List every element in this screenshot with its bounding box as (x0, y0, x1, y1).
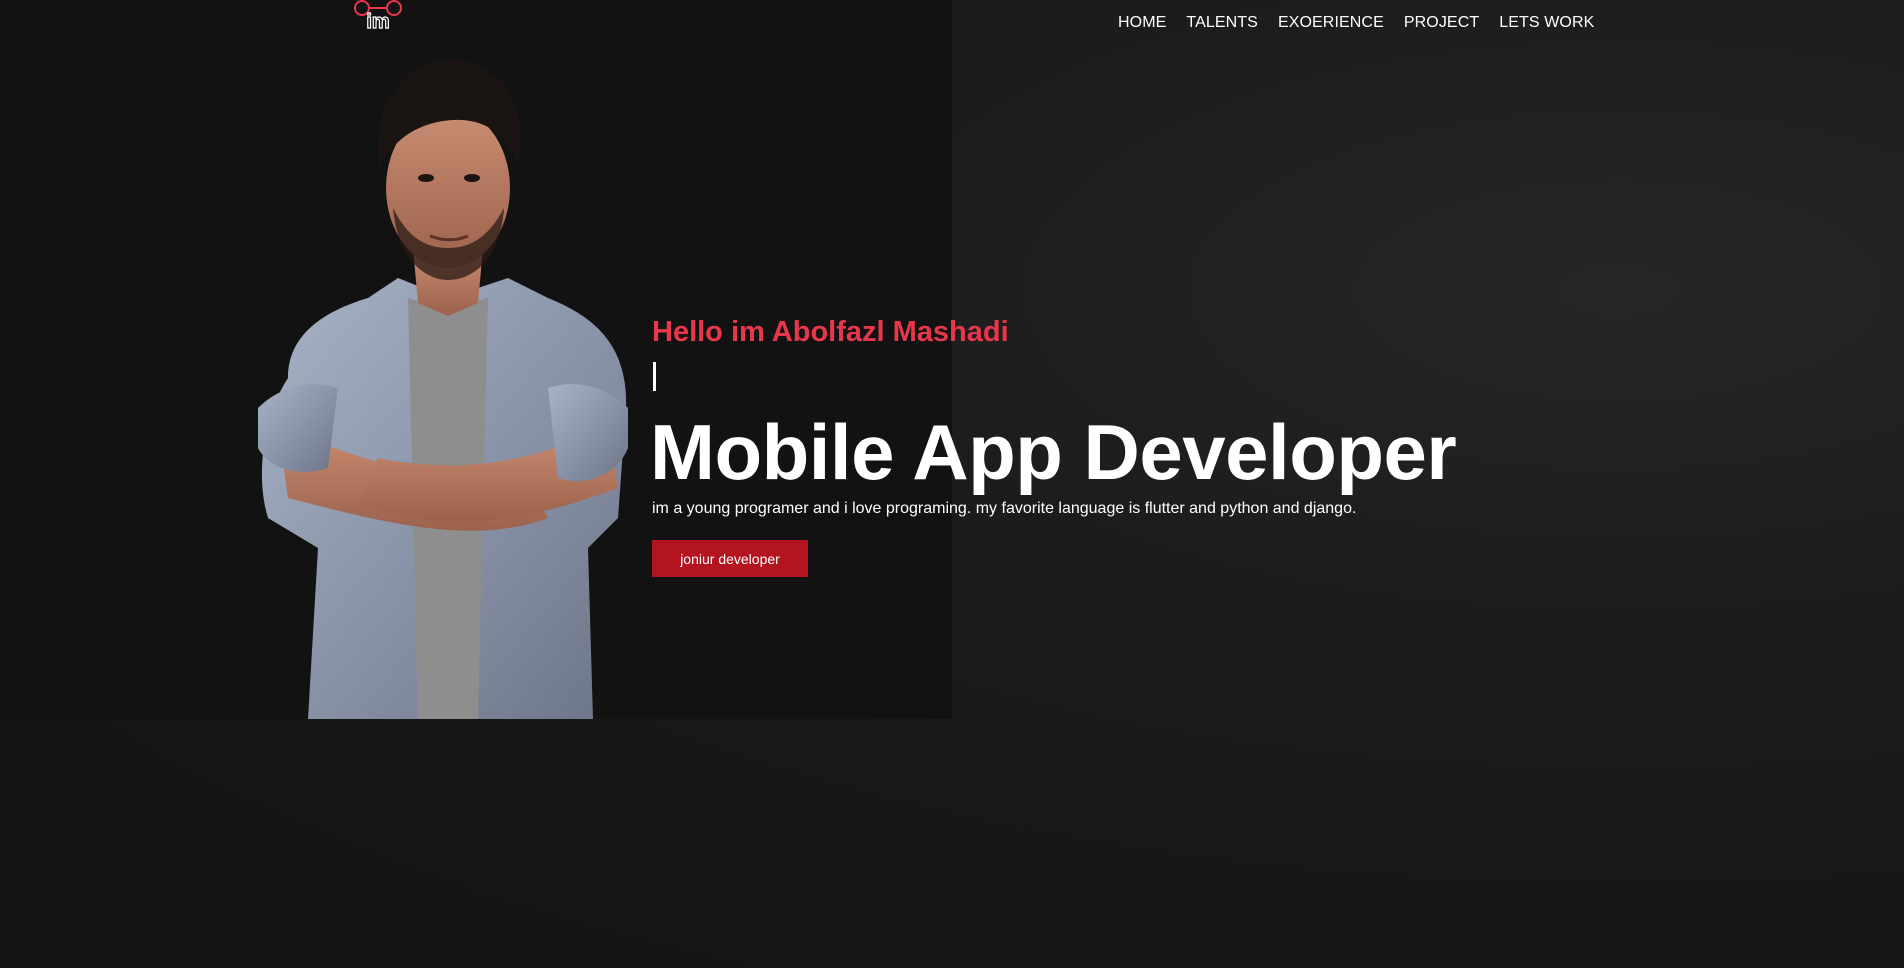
portrait-photo (258, 59, 628, 719)
junior-developer-button[interactable]: joniur developer (652, 540, 808, 577)
nav-item-experience[interactable]: EXOERIENCE (1278, 14, 1384, 32)
hero-greeting: Hello im Abolfazl Mashadi (652, 316, 1009, 348)
hero-headline: Mobile App Developer (650, 408, 1457, 496)
typing-cursor (653, 362, 656, 391)
logo-text: im (366, 11, 389, 32)
im-logo-icon[interactable]: im (352, 0, 404, 32)
nav-item-home[interactable]: HOME (1118, 14, 1166, 32)
nav-item-talents[interactable]: TALENTS (1186, 14, 1258, 32)
nav-item-project[interactable]: PROJECT (1404, 14, 1479, 32)
main-nav: HOME TALENTS EXOERIENCE PROJECT LETS WOR… (1118, 14, 1614, 32)
hero-description: im a young programer and i love programi… (652, 500, 1357, 517)
page: im HOME TALENTS EXOERIENCE PROJECT LETS … (0, 0, 1904, 968)
nav-item-lets-work[interactable]: LETS WORK (1499, 14, 1594, 32)
